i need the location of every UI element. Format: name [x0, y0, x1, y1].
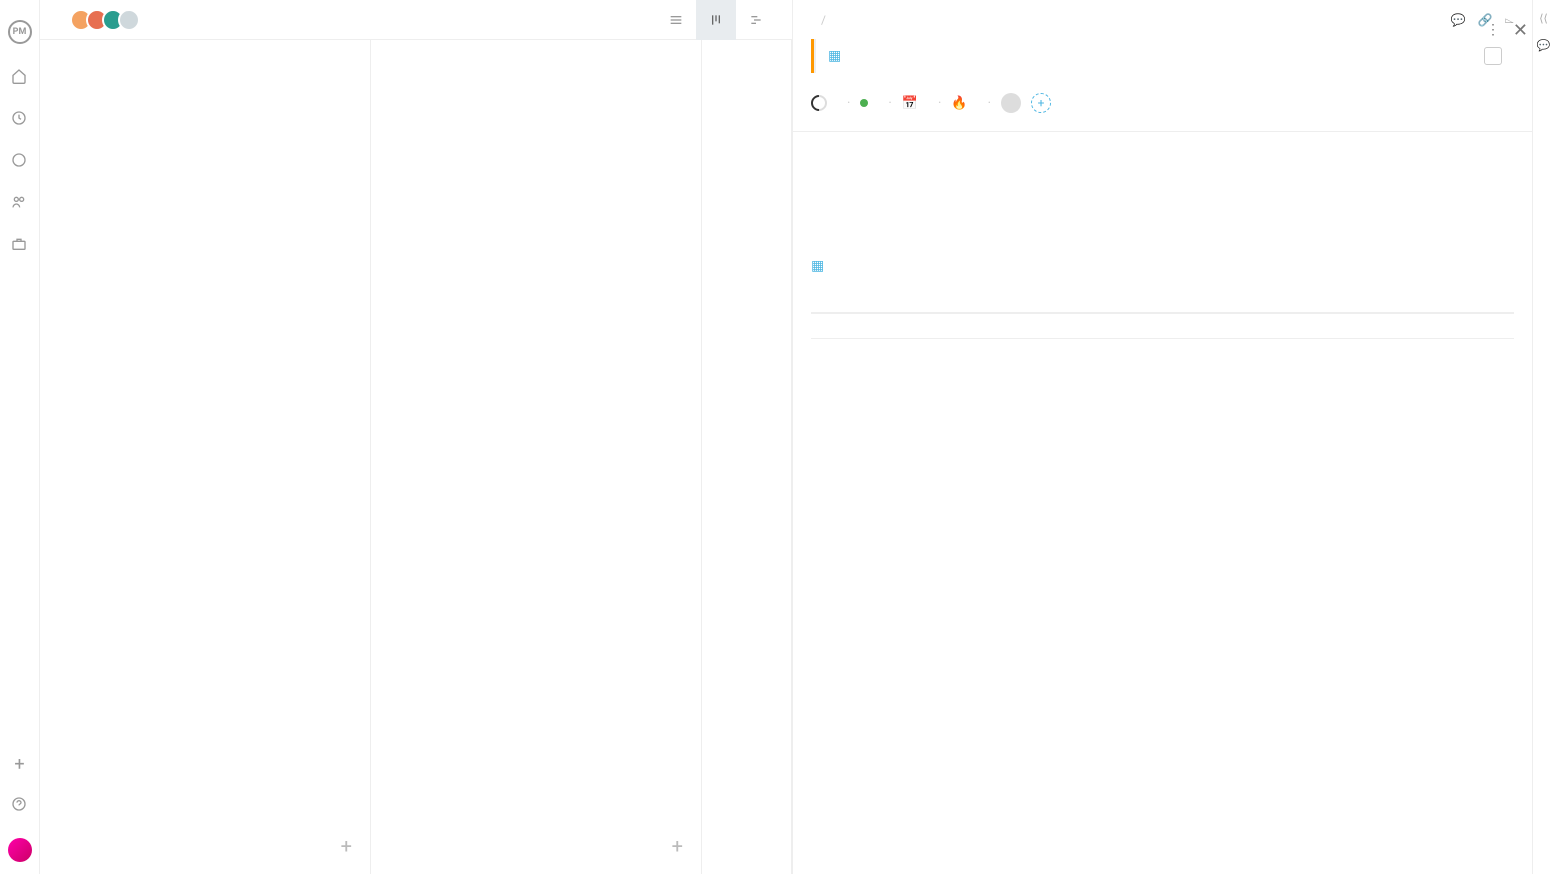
add-icon[interactable]: +: [11, 754, 29, 772]
flame-icon: 🔥: [951, 96, 967, 111]
column-doing: +: [371, 40, 702, 874]
help-icon[interactable]: [11, 796, 29, 814]
add-task-button[interactable]: +: [371, 818, 701, 874]
briefcase-icon[interactable]: [11, 236, 29, 254]
right-sidebar-collapsed[interactable]: ⟨⟨ 💬: [1532, 0, 1554, 874]
app-logo[interactable]: PM: [8, 20, 32, 44]
task-detail-panel: ⋮ ✕ / 💬 🔗 ⌳ ▦ · · 📅 · 🔥 · +: [792, 0, 1532, 874]
priority-stripe: [811, 39, 816, 73]
user-avatar[interactable]: [8, 838, 32, 862]
clock-icon[interactable]: [11, 152, 29, 170]
gantt-view-button[interactable]: [736, 0, 776, 40]
main-area: + +: [40, 0, 792, 874]
actual-stats-row: [811, 338, 1514, 339]
topbar: [40, 0, 792, 40]
comments-panel-toggle[interactable]: 💬: [1537, 39, 1551, 52]
column-header: [40, 40, 370, 74]
task-icon: ▦: [828, 48, 841, 64]
list-view-button[interactable]: [656, 0, 696, 40]
add-assignee-button[interactable]: +: [1031, 93, 1051, 113]
kanban-board: + +: [40, 40, 792, 874]
add-task-button[interactable]: +: [40, 818, 370, 874]
calendar-icon: 📅: [902, 96, 918, 111]
task-meta-row: · · 📅 · 🔥 · +: [793, 87, 1532, 132]
detail-header: / 💬 🔗 ⌳: [793, 0, 1532, 35]
detail-body: ▦: [793, 132, 1532, 874]
project-members[interactable]: [76, 9, 140, 31]
add-subtask-input[interactable]: ▦: [811, 244, 1514, 288]
close-icon[interactable]: ✕: [1513, 20, 1528, 41]
column-todo: +: [40, 40, 371, 874]
comments-count[interactable]: 💬: [1451, 13, 1466, 27]
app-sidebar: PM +: [0, 0, 40, 874]
status-dot-icon: [860, 99, 868, 107]
plus-icon: +: [341, 834, 352, 858]
column-header: [371, 40, 701, 74]
progress-ring-icon: [808, 92, 831, 115]
done-checkbox[interactable]: [1484, 47, 1502, 65]
breadcrumb-separator: /: [821, 13, 826, 27]
add-task-button[interactable]: [702, 842, 791, 874]
team-icon[interactable]: [11, 194, 29, 212]
add-todo-input[interactable]: [811, 180, 1514, 188]
column-done: [702, 40, 792, 874]
activity-icon[interactable]: [11, 110, 29, 128]
planned-stats-row: [811, 312, 1514, 314]
plus-icon: +: [672, 834, 683, 858]
column-header: [702, 40, 791, 74]
more-members-badge: [118, 9, 140, 31]
board-view-button[interactable]: [696, 0, 736, 40]
collapse-icon[interactable]: ⟨⟨: [1539, 12, 1548, 25]
more-options-icon[interactable]: ⋮: [1486, 22, 1500, 38]
assignee-avatar[interactable]: [1001, 93, 1021, 113]
home-icon[interactable]: [11, 68, 29, 86]
